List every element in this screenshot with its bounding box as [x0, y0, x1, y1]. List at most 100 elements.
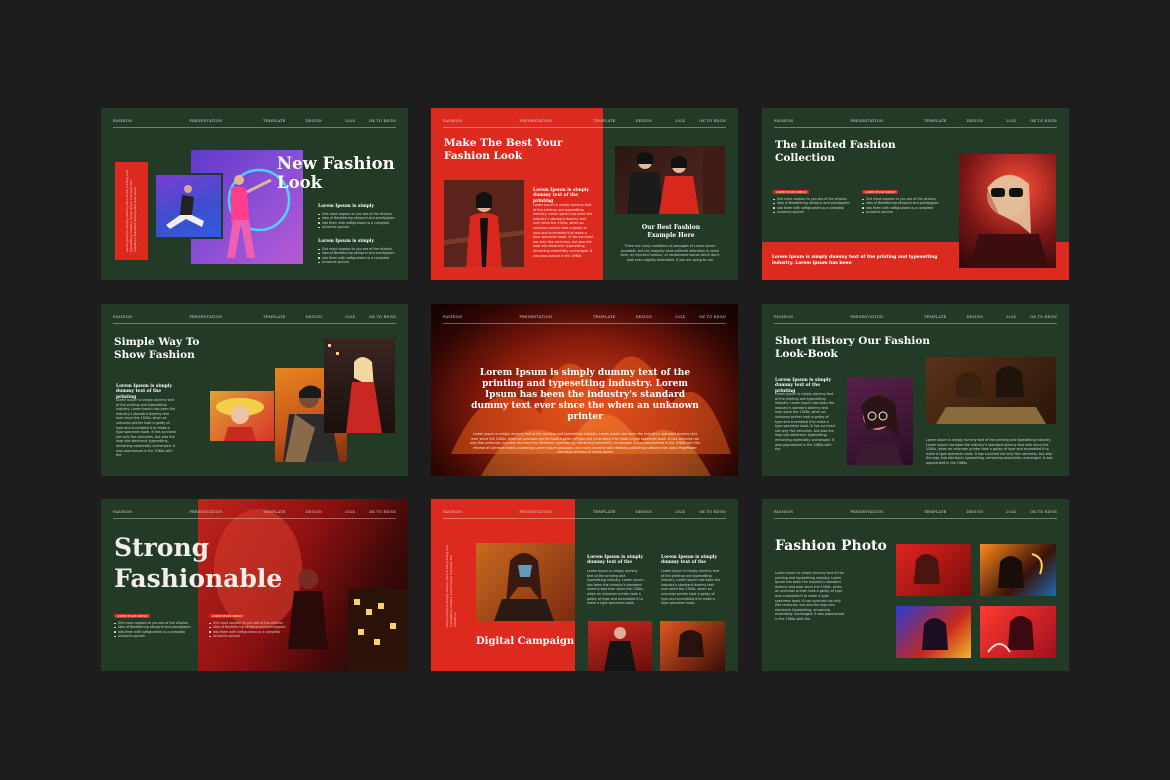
slide-title: Short History Our Fashion Look-Book — [775, 335, 931, 360]
bullet-item: accounts xpsium — [862, 210, 942, 214]
pink-portrait-photo[interactable] — [847, 378, 913, 465]
header-label: FASHION — [443, 510, 463, 514]
vertical-text: Lorem Ipsum is simply dummy text of the … — [445, 545, 457, 627]
bullet-list-1: Sint most zoqaion to you see of the viti… — [773, 197, 853, 215]
bullet-item: accounts xpsium — [114, 634, 194, 638]
right-title: Our Best Fashion Example Here — [641, 224, 701, 239]
body-text: Lorem Ipsum is simply dummy text of the … — [533, 203, 593, 258]
header-label: 2024 — [345, 315, 355, 319]
header-label: TEMPLATE — [262, 510, 286, 514]
woman-warm-light — [678, 630, 704, 657]
slide-quote-fire[interactable]: FASHION PRESENTATION TEMPLATE DESIGN 2024 ok … — [431, 304, 738, 476]
two-women — [936, 366, 1046, 424]
sub-heading-1: Lorem Ipsum is simply dummy text of the — [587, 555, 644, 566]
woman-yellow-hat — [216, 398, 264, 441]
slide-strong-fashionable[interactable]: FASHION PRESENTATION TEMPLATE DESIGN 2024 ok … — [101, 499, 408, 671]
right-body: There are many variations of passages of… — [620, 244, 720, 262]
header-label: PRESENTATION — [519, 510, 553, 514]
header-label: DESIGN — [635, 119, 653, 123]
slide-title: New Fashion Look — [277, 154, 395, 192]
warm-light-photo[interactable] — [660, 621, 725, 671]
black-coat-photo[interactable] — [588, 621, 652, 671]
gallery-photo-2[interactable] — [980, 544, 1056, 596]
slide-header: FASHION PRESENTATION TEMPLATE DESIGN 2024 ok … — [774, 315, 1057, 324]
sub-heading-1: Lorem Ipsum is simply — [318, 204, 375, 209]
header-label: TEMPLATE — [592, 510, 616, 514]
footer-text: Lorem Ipsum is simply dummy text of the … — [772, 255, 938, 266]
header-label: PRESENTATION — [850, 315, 884, 319]
header-label: ok to rdgn — [369, 510, 396, 514]
projection-portrait-photo[interactable] — [476, 543, 575, 621]
body-text: Lorem Ipsum is simply dummy text of the … — [775, 571, 845, 621]
two-models — [627, 146, 725, 214]
slide-title: Digital Campaign — [476, 636, 575, 647]
red-dress-photo[interactable] — [324, 338, 395, 433]
woman-red-neon — [987, 616, 1034, 653]
header-label: 2024 — [1006, 119, 1016, 123]
sitting-dancer-photo[interactable] — [154, 173, 223, 239]
slide-short-history[interactable]: FASHION PRESENTATION TEMPLATE DESIGN 2024 ok … — [762, 304, 1069, 476]
slide-limited-collection[interactable]: FASHION PRESENTATION TEMPLATE DESIGN 2024 ok … — [762, 108, 1069, 280]
bullet-item: accounts xpsium — [318, 260, 398, 264]
slide-simple-way[interactable]: FASHION PRESENTATION TEMPLATE DESIGN 2024 ok … — [101, 304, 408, 476]
slide-fashion-photo[interactable]: FASHION PRESENTATION TEMPLATE DESIGN 2024 ok … — [762, 499, 1069, 671]
gallery-photo-4[interactable] — [980, 606, 1056, 658]
bullet-list-2: Sint most zoqaion to you see of the viti… — [862, 197, 942, 215]
slide-header: FASHION PRESENTATION TEMPLATE DESIGN 2024 ok … — [113, 510, 396, 519]
title-line-1: Strong — [114, 533, 210, 562]
header-label: DESIGN — [305, 315, 323, 319]
title-line-2: Fashionable — [114, 564, 283, 593]
sitting-figure — [166, 185, 204, 229]
slide-header: FASHION PRESENTATION TEMPLATE DESIGN 2024 ok … — [443, 315, 726, 324]
bullet-list-2: Sint most zoqaion to you see of the viti… — [318, 247, 398, 265]
header-label: TEMPLATE — [923, 510, 947, 514]
body-text: Lorem Ipsum is simply dummy text of the … — [116, 398, 176, 458]
two-friends-photo[interactable] — [926, 357, 1056, 424]
body-text: Lorem Ipsum is simply dummy text of the … — [470, 432, 700, 455]
header-label: DESIGN — [635, 510, 653, 514]
gallery-photo-1[interactable] — [896, 544, 971, 596]
header-label: 2024 — [675, 510, 685, 514]
header-label: 2024 — [1006, 510, 1016, 514]
woman-red-light — [914, 554, 940, 584]
slide-title: Make The Best Your Fashion Look — [444, 137, 563, 162]
slide-new-fashion-look[interactable]: FASHION PRESENTATION TEMPLATE DESIGN 2024 ok … — [101, 108, 408, 280]
header-label: FASHION — [113, 119, 133, 123]
bullet-list-1: Sint most zoqaion to you see of the viti… — [114, 621, 194, 639]
header-label: PRESENTATION — [189, 119, 223, 123]
header-label: ok to rdgn — [699, 510, 726, 514]
header-label: FASHION — [113, 315, 133, 319]
yellow-hat-photo[interactable] — [210, 391, 274, 441]
red-suit-photo[interactable] — [444, 180, 524, 267]
bullet-item: accounts xpsium — [209, 634, 289, 638]
header-label: 2024 — [345, 510, 355, 514]
body-text: Lorem Ipsum is simply dummy text of the … — [775, 392, 835, 452]
neon-glasses-photo[interactable] — [959, 154, 1056, 268]
bullet-list-2: Sint most zoqaion to you see of the viti… — [209, 621, 289, 639]
woman-projection — [494, 553, 554, 621]
slide-make-the-best[interactable]: FASHION PRESENTATION TEMPLATE DESIGN 2024 ok … — [431, 108, 738, 280]
bullet-item: accounts xpsium — [773, 210, 853, 214]
gallery-photo-3[interactable] — [896, 606, 971, 658]
header-label: FASHION — [443, 315, 463, 319]
header-label: ok to rdgn — [369, 119, 396, 123]
header-label: DESIGN — [305, 510, 323, 514]
header-label: TEMPLATE — [262, 119, 286, 123]
woman-red-suit — [444, 180, 524, 267]
woman-neon-sign — [998, 553, 1043, 588]
header-label: PRESENTATION — [189, 510, 223, 514]
bottom-text: Lorem Ipsum is simply dummy text of the … — [926, 438, 1053, 465]
header-label: 2024 — [1006, 315, 1016, 319]
header-label: ok to rdgn — [1030, 315, 1057, 319]
header-label: TEMPLATE — [592, 315, 616, 319]
header-label: DESIGN — [966, 510, 984, 514]
woman-black-coat — [604, 627, 636, 671]
two-models-photo[interactable] — [615, 146, 725, 214]
header-label: TEMPLATE — [592, 119, 616, 123]
woman-red-dress — [328, 344, 382, 433]
slide-header: FASHION PRESENTATION TEMPLATE DESIGN 2024 ok … — [443, 510, 726, 519]
header-label: ok to rdgn — [369, 315, 396, 319]
slide-digital-campaign[interactable]: FASHION PRESENTATION TEMPLATE DESIGN 2024 ok … — [431, 499, 738, 671]
slide-title: Simple Way To Show Fashion — [114, 336, 200, 361]
header-label: FASHION — [774, 119, 794, 123]
